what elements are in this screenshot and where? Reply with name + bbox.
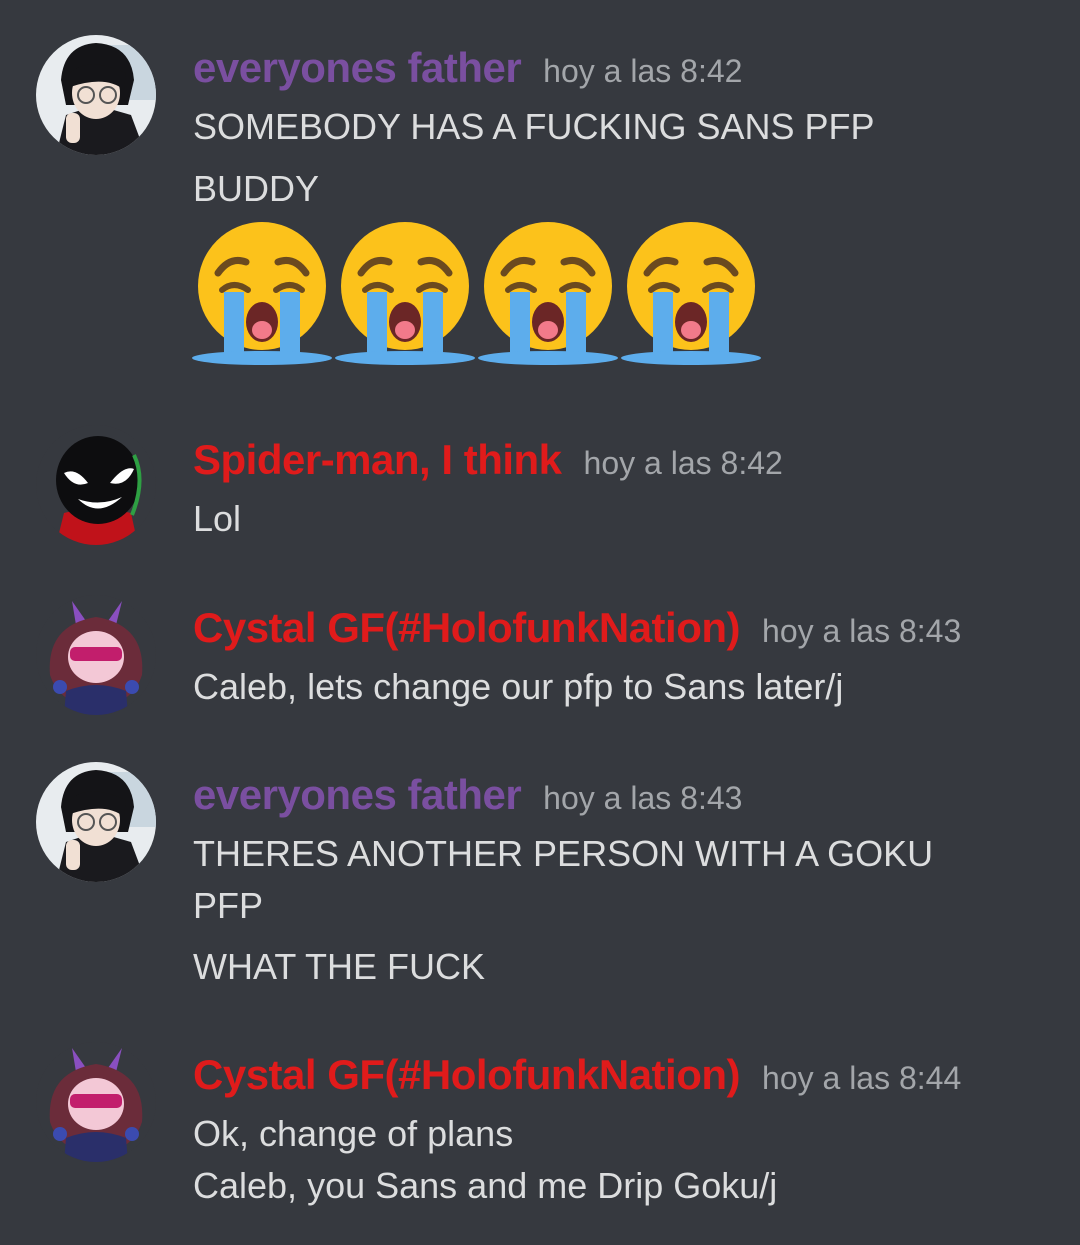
user-avatar[interactable] [36,425,156,545]
timestamp: hoy a las 8:43 [543,780,743,816]
message-header: everyones father hoy a las 8:42 [193,44,742,92]
message-text: Ok, change of plans [193,1113,514,1154]
message-header: Cystal GF(#HolofunkNation) hoy a las 8:44 [193,1051,961,1099]
message-header: Spider-man, I think hoy a las 8:42 [193,436,783,484]
horned-girl-avatar-icon [36,595,156,715]
timestamp: hoy a las 8:44 [762,1060,962,1096]
timestamp: hoy a las 8:42 [583,445,783,481]
message-text: THERES ANOTHER PERSON WITH A GOKU [193,833,934,874]
loudly-crying-face-icon [190,218,335,368]
username[interactable]: Cystal GF(#HolofunkNation) [193,604,741,651]
anime-boy-glasses-avatar-icon [36,762,156,882]
message-text: PFP [193,885,264,926]
loudly-crying-face-icon [333,218,478,368]
user-avatar[interactable] [36,595,156,715]
message-header: everyones father hoy a las 8:43 [193,771,742,819]
horned-girl-avatar-icon [36,1042,156,1162]
username[interactable]: everyones father [193,771,522,818]
message-text: BUDDY [193,168,320,209]
user-avatar[interactable] [36,35,156,155]
username[interactable]: everyones father [193,44,522,91]
message-text: WHAT THE FUCK [193,946,486,987]
username[interactable]: Cystal GF(#HolofunkNation) [193,1051,741,1098]
message-text: Caleb, you Sans and me Drip Goku/j [193,1165,778,1206]
message-text: Lol [193,498,242,539]
message-text: SOMEBODY HAS A FUCKING SANS PFP [193,106,875,147]
venom-face-avatar-icon [36,425,156,545]
loudly-crying-face-icon [619,218,764,368]
emoji-row [190,218,790,368]
message-text: Caleb, lets change our pfp to Sans later… [193,666,844,707]
anime-boy-glasses-avatar-icon [36,35,156,155]
message-header: Cystal GF(#HolofunkNation) hoy a las 8:43 [193,604,961,652]
user-avatar[interactable] [36,762,156,882]
loudly-crying-face-icon [476,218,621,368]
timestamp: hoy a las 8:42 [543,53,743,89]
username[interactable]: Spider-man, I think [193,436,562,483]
user-avatar[interactable] [36,1042,156,1162]
timestamp: hoy a las 8:43 [762,613,962,649]
